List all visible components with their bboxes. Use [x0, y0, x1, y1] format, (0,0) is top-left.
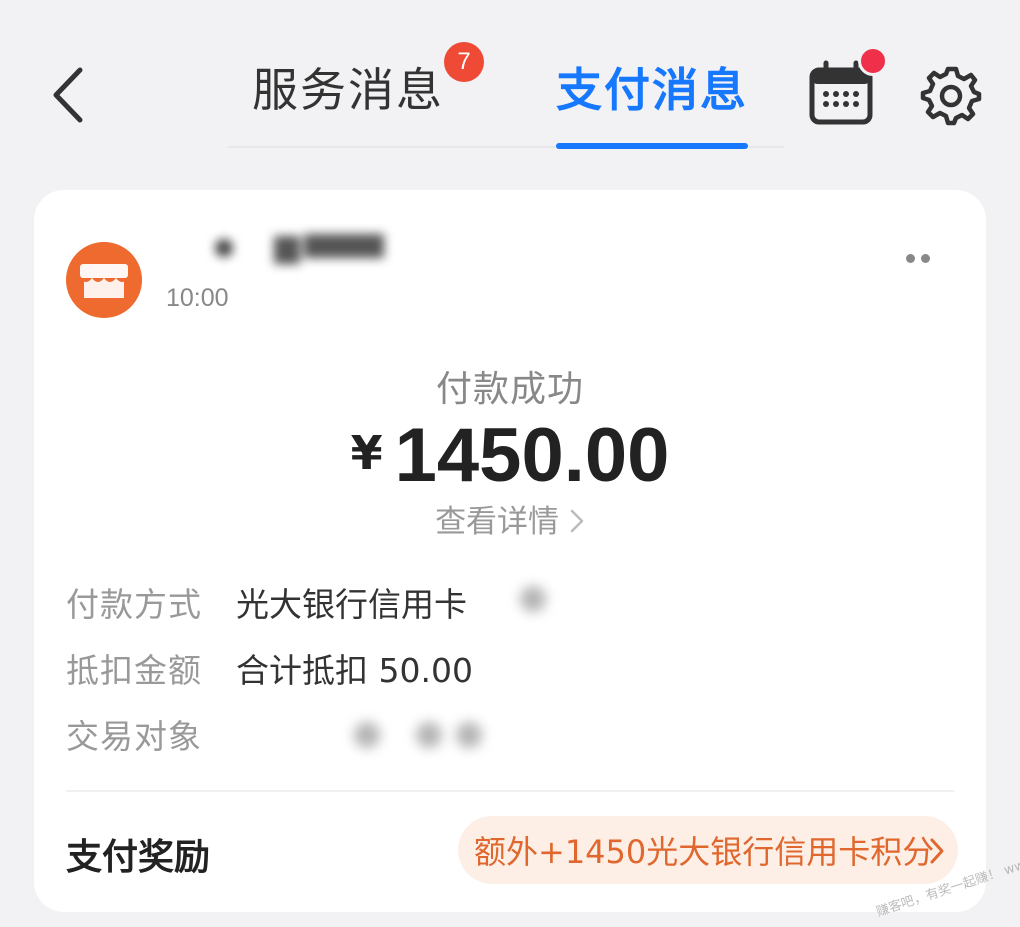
tab-label: 服务消息 [252, 63, 444, 117]
unread-badge: 7 [444, 42, 484, 82]
gear-icon [920, 66, 982, 126]
message-time: 10:00 [166, 284, 229, 312]
deduction-value: 合计抵扣 50.00 [236, 651, 473, 690]
payment-message-card[interactable]: 10:00 付款成功 ¥1450.00 查看详情 付款方式 光大银行信用卡 抵扣… [34, 190, 986, 912]
message-tabs: 服务消息 7 支付消息 [228, 42, 784, 149]
tab-service-messages[interactable]: 服务消息 [252, 54, 444, 120]
counterparty-redacted [354, 722, 380, 748]
reward-points-text: 额外+1450光大银行信用卡积分 [474, 833, 935, 871]
divider [66, 790, 954, 792]
chevron-left-icon [53, 67, 83, 123]
payment-status: 付款成功 [435, 369, 584, 410]
payment-method-value: 光大银行信用卡 [236, 585, 467, 624]
merchant-avatar [66, 242, 142, 318]
amount-value: 1450.00 [394, 413, 670, 498]
view-details-link[interactable]: 查看详情 [34, 496, 986, 541]
payment-messages-screen: 服务消息 7 支付消息 10:00 付款成功 ¥ 1450.00 查看详情 付款… [0, 0, 1020, 927]
row-label: 付款方式 [66, 585, 202, 624]
row-label: 交易对象 [66, 717, 202, 756]
active-tab-indicator [556, 143, 748, 149]
reward-points-pill[interactable]: 额外+1450光大银行信用卡积分 [458, 816, 958, 884]
view-details-label: 查看详情 [435, 504, 560, 540]
row-label: 抵扣金额 [66, 651, 202, 690]
merchant-name-redacted [215, 234, 384, 264]
chevron-right-icon [570, 509, 584, 533]
back-button[interactable] [40, 62, 96, 128]
tab-label: 支付消息 [556, 63, 748, 117]
settings-button[interactable] [920, 64, 982, 126]
more-options-button[interactable] [898, 246, 938, 270]
more-dots-icon [906, 253, 915, 263]
chevron-right-icon [930, 838, 944, 864]
currency-symbol: ¥ [350, 426, 383, 480]
payment-amount: ¥1450.00 [34, 412, 986, 499]
notification-dot [858, 46, 888, 76]
card-number-redacted [520, 586, 546, 612]
tab-payment-messages[interactable]: 支付消息 [556, 54, 748, 120]
reward-label: 支付奖励 [66, 837, 211, 878]
store-icon [80, 264, 128, 298]
